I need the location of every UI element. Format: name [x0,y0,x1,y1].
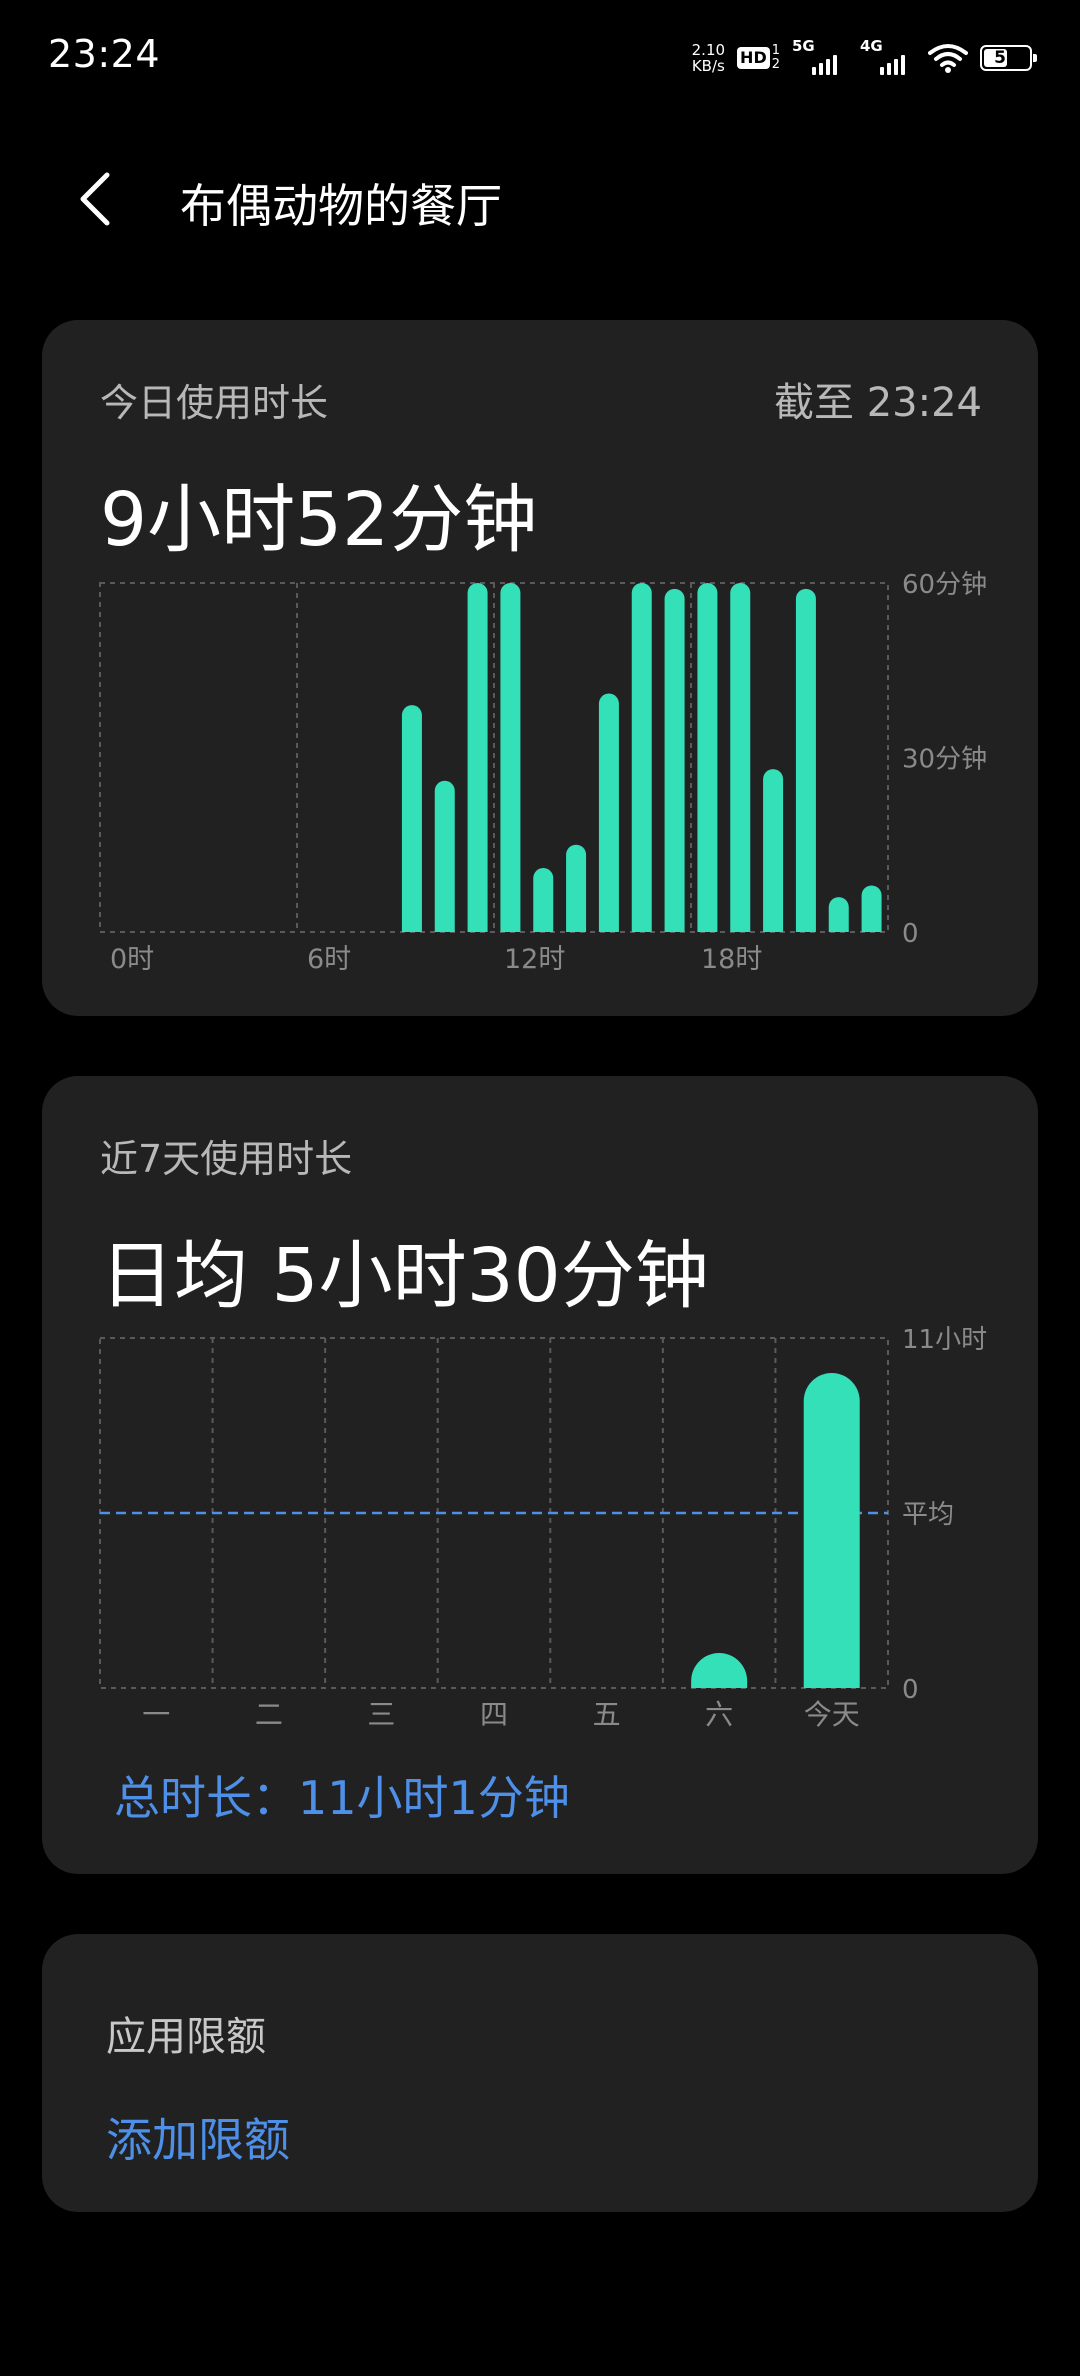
hd-sub: 1 2 [772,44,780,72]
hd-sub-top: 1 [771,43,780,58]
chart-bar [730,583,751,932]
chart-bar [598,693,619,932]
chart-bar [861,885,882,932]
x-tick-label: 0时 [110,944,154,975]
x-tick-label: 6时 [307,944,351,975]
chart-bar [691,1653,748,1688]
add-limit-link[interactable]: 添加限额 [106,2104,290,2170]
y-axis-labels: 11小时平均 0 [902,1325,987,1705]
hourly-usage-chart: 60分钟 30分钟 0 0时 6时 12时 18时 [99,570,987,975]
status-time: 23:24 [48,32,161,76]
wifi-icon [928,44,968,73]
chart-bars [401,583,882,932]
x-tick-label: 一 [142,1698,170,1731]
chart-bar [828,897,849,932]
chart-bar [401,705,422,932]
net-speed-value: 2.10 [691,41,726,59]
x-tick-label: 六 [705,1698,733,1731]
signal-bar [833,55,837,75]
signal-5g-label: 5G [792,37,815,55]
chart-bar [803,1373,860,1688]
y-tick-label: 0 [902,919,919,949]
y-axis-labels: 60分钟 30分钟 0 [902,570,987,949]
page-title: 布偶动物的餐厅 [180,179,502,233]
x-tick-label: 18时 [701,944,762,975]
battery-icon: 52 [980,45,1037,71]
signal-bar [819,63,823,75]
header: 布偶动物的餐厅 [0,150,1080,250]
y-tick-label: 30分钟 [902,745,987,775]
chart-bar [763,769,784,932]
status-bar: 23:24 2.10 KB/s HD 1 2 5G 4G 52 [0,0,1080,110]
chart-bar [467,583,488,932]
y-tick-label: 11小时 [902,1325,987,1355]
signal-bar [826,59,830,75]
net-speed-unit: KB/s [691,57,725,75]
week-usage-card: 近7天使用时长 日均 5小时30分钟 11小时 平均 0 一二三四五六今天 总时长：1… [42,1076,1038,1874]
signal-5g-icon: 5G [792,37,848,75]
chart-bar [434,780,455,932]
signal-bar [880,67,884,75]
chart-bar [795,588,816,932]
app-limit-card: 应用限额 添加限额 [42,1934,1038,2212]
hd-icon: HD 1 2 [737,44,780,72]
signal-4g-label: 4G [860,37,883,55]
chart-bar [533,868,554,932]
chart-bar [566,844,587,932]
x-tick-label: 三 [367,1698,395,1731]
y-tick-label: 平均 [902,1500,954,1530]
hd-sub-bottom: 2 [771,57,780,72]
x-tick-label: 今天 [804,1698,860,1731]
signal-bar [812,67,816,75]
x-tick-label: 五 [593,1698,621,1731]
chart-bar [500,583,521,932]
x-axis-labels: 一 二 三 四 五 六 今天 [142,1698,859,1731]
signal-4g-icon: 4G [860,37,916,75]
week-total-duration: 总时长：11小时1分钟 [114,1771,570,1825]
x-tick-label: 12时 [504,944,565,975]
signal-bar [894,59,898,75]
status-icons: 2.10 KB/s HD 1 2 5G 4G 52 [692,36,1037,80]
x-axis-labels: 0时 6时 12时 18时 [110,944,762,975]
app-limit-label: 应用限额 [106,2014,266,2060]
y-tick-label: 60分钟 [902,570,987,600]
chart-bar [631,583,652,932]
x-tick-label: 二 [255,1698,283,1731]
net-speed: 2.10 KB/s [692,42,725,74]
signal-bar [887,63,891,75]
today-usage-card: 今日使用时长 截至 23:24 9小时52分钟 60分钟 30分钟 0 0时 6时 12时… [42,320,1038,1016]
hd-tag: HD [737,47,770,69]
chart-bar [697,583,718,932]
chevron-left-icon [80,172,110,226]
back-button[interactable] [60,164,130,234]
y-tick-label: 0 [902,1675,919,1705]
signal-bar [901,55,905,75]
x-tick-label: 四 [480,1698,508,1731]
weekly-usage-chart: 11小时平均 0 一 二 三 四 五 六 今天 [99,1325,987,1731]
battery-level: 52 [994,48,1018,68]
chart-bar [664,588,685,932]
